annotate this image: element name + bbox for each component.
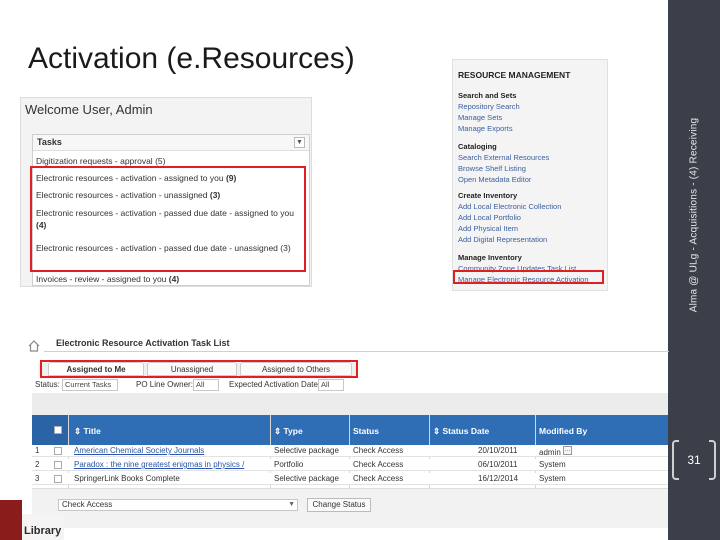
select-all-checkbox[interactable]: [54, 426, 62, 434]
task-item[interactable]: Invoices - review - assigned to you (4): [36, 273, 179, 285]
task-count: (4): [168, 274, 180, 284]
menu-item-add-local-electronic-collection[interactable]: Add Local Electronic Collection: [458, 202, 561, 211]
row-checkbox[interactable]: [54, 461, 62, 469]
menu-section-cataloging: Cataloging: [458, 142, 497, 151]
bracket-left-icon: [672, 440, 679, 480]
page-number: 31: [672, 440, 716, 480]
row-checkbox[interactable]: [54, 447, 62, 455]
side-caption: Alma @ ULg - Acquisitions - (4) Receivin…: [688, 117, 700, 313]
po-owner-filter-select[interactable]: All: [193, 379, 219, 391]
bracket-right-icon: [709, 440, 716, 480]
bulk-status-select[interactable]: Check Access ▼: [58, 499, 298, 511]
row-type: Selective package: [274, 474, 339, 483]
menu-item-manage-exports[interactable]: Manage Exports: [458, 124, 513, 133]
menu-item-search-external-resources[interactable]: Search External Resources: [458, 153, 549, 162]
task-label: Digitization requests - approval: [36, 156, 153, 166]
row-number: 2: [35, 460, 40, 469]
menu-title: RESOURCE MANAGEMENT: [458, 70, 571, 80]
row-status: Check Access: [353, 474, 404, 483]
status-filter-label: Status:: [35, 380, 60, 389]
slide-title: Activation (e.Resources): [28, 42, 355, 75]
menu-section-create-inventory: Create Inventory: [458, 191, 518, 200]
bulk-status-value: Check Access: [62, 500, 113, 509]
po-owner-filter-label: PO Line Owner:: [136, 380, 193, 389]
column-header-status-date[interactable]: ⇕ Status Date: [433, 426, 489, 437]
library-logo-text: Library: [24, 525, 62, 537]
expected-date-filter-label: Expected Activation Date:: [229, 380, 321, 389]
task-list-title: Electronic Resource Activation Task List: [56, 338, 230, 348]
chevron-down-icon[interactable]: ▼: [294, 137, 305, 148]
welcome-title: Welcome User, Admin: [25, 102, 153, 117]
menu-section-manage-inventory: Manage Inventory: [458, 253, 522, 262]
highlight-tabs-box: [40, 360, 358, 378]
row-status: Check Access: [353, 460, 404, 469]
menu-item-add-physical-item[interactable]: Add Physical Item: [458, 224, 518, 233]
column-status-date-label: Status Date: [442, 426, 490, 436]
row-modified-by: System: [539, 460, 566, 469]
column-header-modified-by[interactable]: Modified By: [539, 426, 587, 436]
column-title-label: Title: [83, 426, 101, 436]
status-filter-select[interactable]: Current Tasks: [62, 379, 118, 391]
row-type: Portfolio: [274, 460, 304, 469]
highlight-tasks-box: [30, 166, 306, 272]
menu-item-open-metadata-editor[interactable]: Open Metadata Editor: [458, 175, 531, 184]
row-title-link[interactable]: Paradox : the nine greatest enigmas in p…: [74, 459, 268, 471]
grid-toolbar: [32, 393, 668, 415]
tasks-header: Tasks ▼: [33, 135, 309, 151]
column-header-status[interactable]: Status: [353, 426, 379, 436]
highlight-menu-box: [453, 270, 604, 284]
row-modified-by: admin: [539, 448, 561, 457]
menu-item-add-local-portfolio[interactable]: Add Local Portfolio: [458, 213, 521, 222]
divider: [44, 351, 669, 352]
grid-header-select: [32, 415, 68, 445]
menu-item-repository-search[interactable]: Repository Search: [458, 102, 520, 111]
menu-item-add-digital-representation[interactable]: Add Digital Representation: [458, 235, 547, 244]
row-status-date: 06/10/2011: [478, 460, 518, 469]
menu-item-manage-sets[interactable]: Manage Sets: [458, 113, 502, 122]
column-header-type[interactable]: ⇕ Type: [274, 426, 303, 437]
expected-date-filter-select[interactable]: All: [318, 379, 344, 391]
row-status-date: 20/10/2011: [478, 446, 518, 455]
resource-management-menu: RESOURCE MANAGEMENT Search and Sets Repo…: [452, 59, 608, 291]
row-title-link[interactable]: American Chemical Society Journals: [74, 445, 268, 457]
university-logo: [0, 500, 22, 540]
tasks-header-label: Tasks: [37, 137, 62, 147]
task-label: Invoices - review - assigned to you: [36, 274, 167, 284]
row-status: Check Access: [353, 446, 404, 455]
change-status-button[interactable]: Change Status: [307, 498, 371, 512]
home-icon[interactable]: [28, 340, 40, 352]
row-status-date: 16/12/2014: [478, 474, 519, 483]
menu-section-search-sets: Search and Sets: [458, 91, 517, 100]
menu-item-browse-shelf-listing[interactable]: Browse Shelf Listing: [458, 164, 526, 173]
column-header-title[interactable]: ⇕ Title: [74, 426, 101, 437]
row-checkbox[interactable]: [54, 475, 62, 483]
column-type-label: Type: [283, 426, 303, 436]
row-menu-icon[interactable]: …: [563, 446, 572, 455]
page-number-label: 31: [687, 453, 701, 467]
row-modified-by: System: [539, 474, 566, 483]
row-type: Selective package: [274, 446, 339, 455]
row-number: 3: [35, 474, 40, 483]
row-title[interactable]: SpringerLink Books Complete: [74, 473, 268, 485]
task-count: (5): [155, 156, 166, 166]
chevron-down-icon: ▼: [288, 501, 295, 508]
row-number: 1: [35, 446, 40, 455]
